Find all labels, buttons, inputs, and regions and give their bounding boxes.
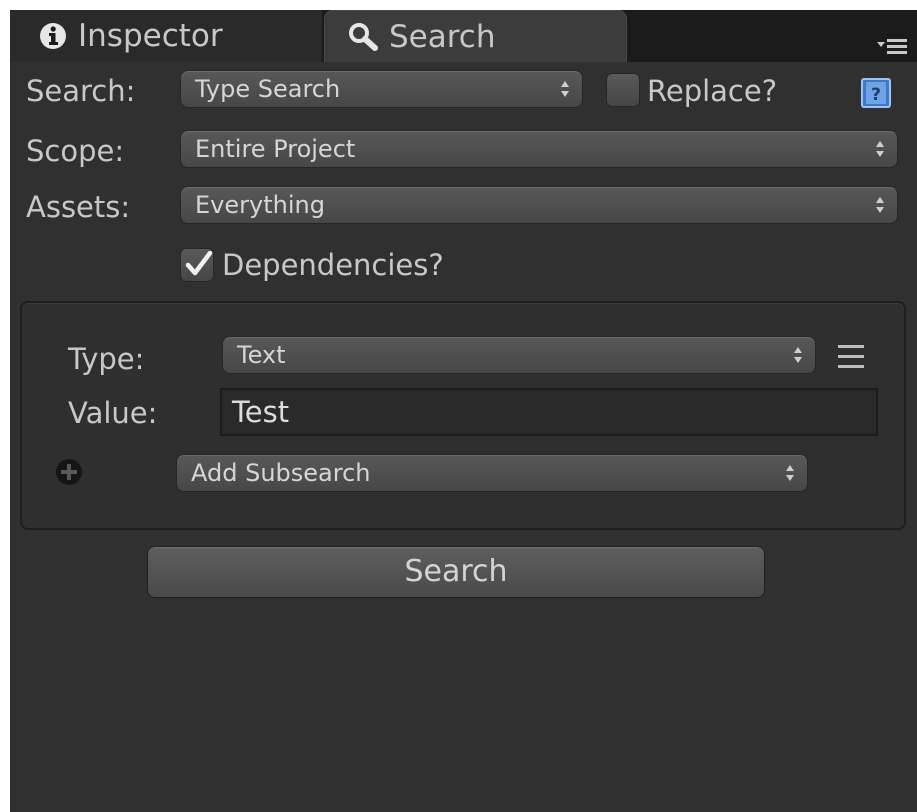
updown-arrows-icon <box>786 465 794 481</box>
updown-arrows-icon <box>561 81 569 97</box>
search-button[interactable]: Search <box>147 546 765 598</box>
info-icon <box>38 21 68 51</box>
type-dropdown[interactable]: Text <box>222 336 816 374</box>
search-label: Search: <box>26 74 136 108</box>
svg-text:?: ? <box>871 85 881 105</box>
assets-dropdown[interactable]: Everything <box>180 186 898 224</box>
scope-dropdown[interactable]: Entire Project <box>180 130 898 168</box>
checkmark-icon <box>185 251 213 276</box>
tab-inspector-label: Inspector <box>78 18 223 54</box>
assets-label: Assets: <box>26 190 131 224</box>
replace-checkbox[interactable] <box>606 73 640 107</box>
add-subsearch-label: Add Subsearch <box>191 459 371 487</box>
updown-arrows-icon <box>794 347 802 363</box>
updown-arrows-icon <box>876 141 884 157</box>
tab-inspector[interactable]: Inspector <box>10 10 322 62</box>
value-label: Value: <box>68 396 158 430</box>
type-value: Text <box>237 341 286 369</box>
tab-bar: Inspector Search <box>10 10 917 62</box>
assets-value: Everything <box>195 191 325 219</box>
add-icon[interactable] <box>55 458 83 486</box>
panel-menu-icon[interactable] <box>877 36 909 56</box>
value-input[interactable]: Test <box>220 388 878 436</box>
dependencies-checkbox[interactable] <box>180 248 214 282</box>
search-window: Inspector Search Search: Type Search Rep… <box>10 10 917 812</box>
help-book-icon[interactable]: ? <box>860 78 892 108</box>
add-subsearch-dropdown[interactable]: Add Subsearch <box>176 454 808 492</box>
magnifier-icon <box>347 22 379 52</box>
scope-value: Entire Project <box>195 135 356 163</box>
tab-search[interactable]: Search <box>324 10 627 62</box>
hamburger-menu-icon[interactable] <box>836 342 868 372</box>
scope-label: Scope: <box>26 134 125 168</box>
type-label: Type: <box>68 342 145 376</box>
search-type-dropdown[interactable]: Type Search <box>180 70 583 108</box>
search-type-value: Type Search <box>195 75 341 103</box>
replace-label: Replace? <box>647 74 778 108</box>
tab-search-label: Search <box>389 18 496 55</box>
dependencies-label: Dependencies? <box>222 248 444 282</box>
updown-arrows-icon <box>876 197 884 213</box>
